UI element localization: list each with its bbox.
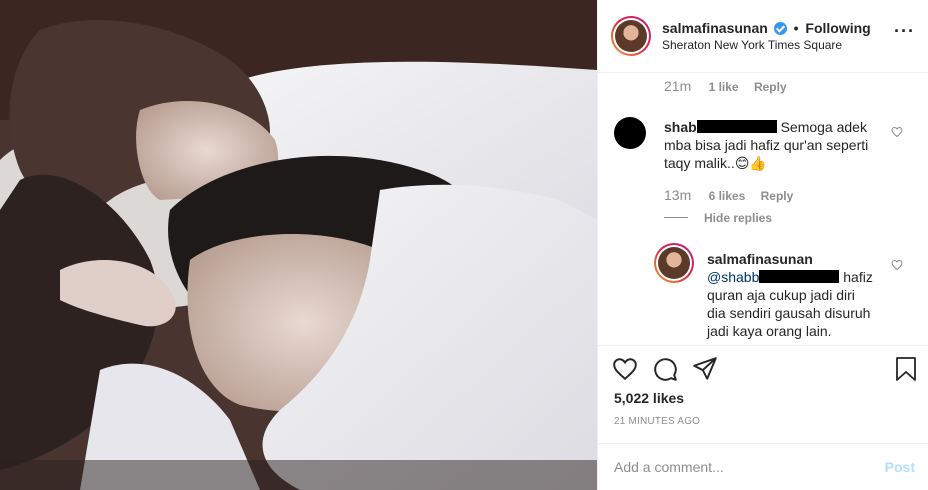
comment-meta: 21m 1 like Reply — [664, 78, 787, 94]
author-avatar[interactable] — [611, 16, 651, 56]
reply-button[interactable]: Reply — [761, 189, 794, 203]
like-heart-icon[interactable] — [612, 356, 638, 382]
smile-emoji: 😊 — [734, 155, 750, 171]
comment-text-line2: mba bisa jadi hafiz qur'an seperti — [664, 137, 869, 153]
thumbs-up-emoji: 👍 — [749, 155, 767, 171]
comments-list[interactable]: 21m 1 like Reply shab Semoga adek mba bi… — [598, 73, 928, 345]
comment-time[interactable]: 13m — [664, 187, 691, 203]
post-actions: 5,022 likes 21 MINUTES AGO Add a comment… — [598, 345, 928, 490]
likes-count[interactable]: 5,022 likes — [614, 390, 684, 406]
reply-text-line2: quran aja cukup jadi diri — [707, 287, 855, 303]
like-comment-heart-icon[interactable] — [891, 126, 903, 138]
mention-link[interactable]: @shabb — [707, 269, 759, 285]
verified-badge-icon — [773, 22, 787, 35]
following-button[interactable]: Following — [805, 20, 870, 36]
comment-body: shab Semoga adek mba bisa jadi hafiz qur… — [664, 118, 904, 172]
reply-author-username[interactable]: salmafinasunan — [707, 251, 813, 267]
post-photo[interactable] — [0, 0, 597, 490]
reply-text-line1: hafiz — [843, 269, 873, 285]
reply-body: salmafinasunan @shabb hafiz quran aja cu… — [707, 250, 882, 340]
share-paper-plane-icon[interactable] — [692, 356, 718, 382]
like-reply-heart-icon[interactable] — [891, 259, 903, 271]
author-username[interactable]: salmafinasunan — [662, 20, 768, 36]
redaction-bar — [759, 270, 840, 283]
replies-divider — [664, 217, 688, 218]
post-comment-button[interactable]: Post — [885, 459, 915, 475]
separator-dot: • — [793, 20, 799, 36]
author-line: salmafinasunan • Following — [662, 20, 871, 36]
save-bookmark-icon[interactable] — [894, 356, 918, 382]
comment-likes[interactable]: 1 like — [709, 80, 739, 94]
reply-text-line4: jadi kaya orang lain. — [707, 323, 832, 339]
comment-text-line1: Semoga adek — [780, 119, 867, 135]
comment-likes[interactable]: 6 likes — [709, 189, 746, 203]
comment-time[interactable]: 21m — [664, 78, 691, 94]
reply-author-avatar[interactable] — [654, 243, 694, 283]
location-link[interactable]: Sheraton New York Times Square — [662, 38, 842, 52]
hide-replies-button[interactable]: Hide replies — [704, 211, 772, 225]
redaction-bar — [696, 120, 777, 133]
comment-meta: 13m 6 likes Reply — [664, 187, 793, 203]
comment-bubble-icon[interactable] — [652, 356, 678, 382]
comment-text-line3: taqy malik.. — [664, 155, 735, 171]
reply-button[interactable]: Reply — [754, 80, 787, 94]
post-header: salmafinasunan • Following Sheraton New … — [598, 0, 928, 73]
post-timestamp[interactable]: 21 MINUTES AGO — [614, 416, 700, 427]
add-comment-input[interactable]: Add a comment... — [614, 459, 724, 475]
post-image — [0, 0, 597, 490]
reply-text-line3: dia sendiri gausah disuruh — [707, 305, 871, 321]
commenter-avatar[interactable] — [614, 117, 646, 149]
commenter-username[interactable]: shab — [664, 119, 697, 135]
more-options-icon[interactable]: ··· — [894, 22, 915, 40]
post-side-panel: salmafinasunan • Following Sheraton New … — [597, 0, 928, 490]
add-comment-row: Add a comment... Post — [598, 443, 928, 490]
